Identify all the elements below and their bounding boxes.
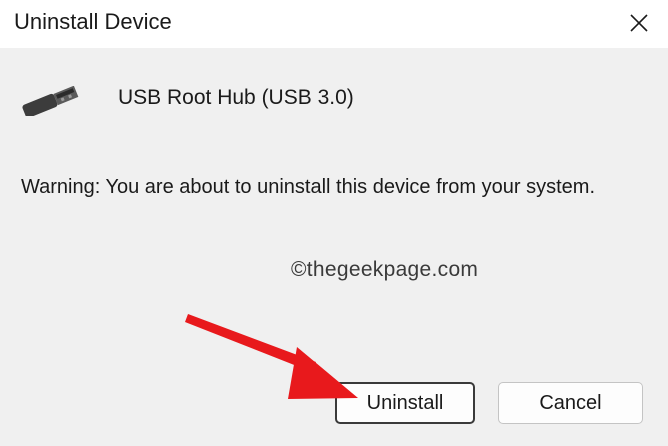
usb-connector-icon — [22, 86, 79, 116]
dialog-title: Uninstall Device — [14, 9, 172, 34]
annotation-arrow-shaft — [185, 314, 316, 372]
cancel-button[interactable]: Cancel — [498, 382, 643, 424]
device-name: USB Root Hub (USB 3.0) — [118, 86, 354, 109]
title-bar: Uninstall Device — [0, 0, 668, 48]
annotation-arrow — [185, 314, 358, 399]
device-row: USB Root Hub (USB 3.0) — [20, 84, 620, 120]
close-icon — [630, 14, 648, 32]
close-button[interactable] — [624, 8, 654, 38]
watermark: ©thegeekpage.com — [291, 258, 479, 281]
uninstall-device-dialog: Uninstall Device USB Root Hub (USB 3.0) … — [0, 0, 668, 446]
uninstall-button[interactable]: Uninstall — [335, 382, 475, 424]
warning-message: Warning: You are about to uninstall this… — [21, 176, 595, 198]
